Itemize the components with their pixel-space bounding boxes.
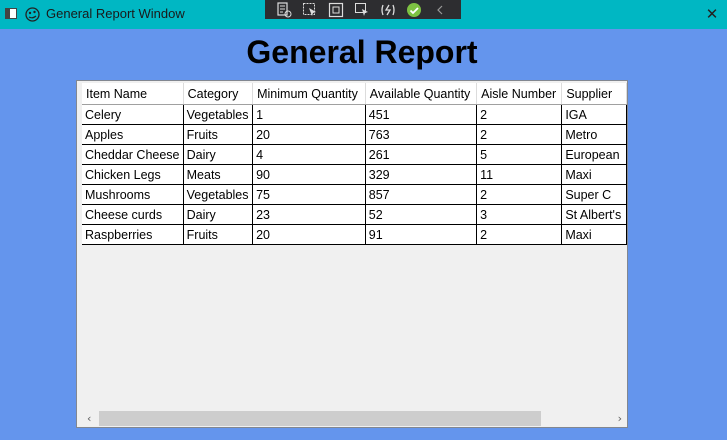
display-layout-adorners-icon[interactable] [323,0,349,19]
column-header-minimum-quantity[interactable]: Minimum Quantity [252,83,366,105]
live-visual-tree-icon[interactable] [271,0,297,19]
cell-minimum-quantity[interactable]: 4 [252,144,366,165]
cell-aisle-number[interactable]: 2 [476,124,563,145]
cell-supplier[interactable]: European [561,144,627,165]
title-bar: General Report Window ✕ [0,0,727,29]
column-header-aisle-number[interactable]: Aisle Number [476,83,563,105]
cell-supplier[interactable]: Maxi [561,164,627,185]
scroll-left-icon[interactable]: ‹ [87,410,91,427]
table-row[interactable]: Celery Vegetables 1 451 2 IGA [82,104,627,125]
cell-category[interactable]: Dairy [183,204,254,225]
cell-aisle-number[interactable]: 2 [476,104,563,125]
hot-reload-icon[interactable] [375,0,401,19]
window-title: General Report Window [46,6,185,21]
cell-item-name[interactable]: Celery [82,104,184,125]
cell-supplier[interactable]: Super C [561,184,627,205]
close-button[interactable]: ✕ [700,4,724,24]
cell-category[interactable]: Fruits [183,124,254,145]
column-header-supplier[interactable]: Supplier [561,83,627,105]
table-row[interactable]: Apples Fruits 20 763 2 Metro [82,124,627,145]
cell-category[interactable]: Vegetables [183,104,254,125]
cell-item-name[interactable]: Mushrooms [82,184,184,205]
cell-minimum-quantity[interactable]: 23 [252,204,366,225]
cell-category[interactable]: Meats [183,164,254,185]
table-row[interactable]: Chicken Legs Meats 90 329 11 Maxi [82,164,627,185]
cell-available-quantity[interactable]: 329 [365,164,478,185]
cell-minimum-quantity[interactable]: 75 [252,184,366,205]
table-row[interactable]: Raspberries Fruits 20 91 2 Maxi [82,224,627,245]
page-title: General Report [246,34,478,70]
horizontal-scrollbar[interactable]: ‹ › [77,410,627,427]
cell-supplier[interactable]: IGA [561,104,627,125]
app-icon [25,7,40,22]
cell-item-name[interactable]: Raspberries [82,224,184,245]
scroll-right-icon[interactable]: › [618,410,622,427]
xaml-debug-toolbar [265,0,461,19]
binding-check-icon[interactable] [401,0,427,19]
cell-available-quantity[interactable]: 451 [365,104,478,125]
cell-category[interactable]: Dairy [183,144,254,165]
cell-supplier[interactable]: Maxi [561,224,627,245]
collapse-toolbar-icon[interactable] [427,0,453,19]
cell-aisle-number[interactable]: 5 [476,144,563,165]
table-row[interactable]: Cheddar Cheese Dairy 4 261 5 European [82,144,627,165]
select-element-icon[interactable] [297,0,323,19]
track-focused-element-icon[interactable] [349,0,375,19]
window-system-icon[interactable] [5,8,17,19]
report-table: Item Name Category Minimum Quantity Avai… [82,83,627,245]
cell-available-quantity[interactable]: 52 [365,204,478,225]
table-row[interactable]: Mushrooms Vegetables 75 857 2 Super C [82,184,627,205]
column-header-item-name[interactable]: Item Name [82,83,184,105]
cell-minimum-quantity[interactable]: 20 [252,124,366,145]
cell-available-quantity[interactable]: 857 [365,184,478,205]
cell-aisle-number[interactable]: 2 [476,224,563,245]
cell-available-quantity[interactable]: 763 [365,124,478,145]
scrollbar-thumb[interactable] [99,411,541,426]
column-header-available-quantity[interactable]: Available Quantity [365,83,478,105]
cell-aisle-number[interactable]: 11 [476,164,563,185]
cell-minimum-quantity[interactable]: 20 [252,224,366,245]
cell-aisle-number[interactable]: 3 [476,204,563,225]
column-header-category[interactable]: Category [183,83,254,105]
cell-item-name[interactable]: Cheese curds [82,204,184,225]
table-row[interactable]: Cheese curds Dairy 23 52 3 St Albert's [82,204,627,225]
cell-item-name[interactable]: Cheddar Cheese [82,144,184,165]
cell-supplier[interactable]: Metro [561,124,627,145]
cell-minimum-quantity[interactable]: 1 [252,104,366,125]
cell-category[interactable]: Fruits [183,224,254,245]
cell-category[interactable]: Vegetables [183,184,254,205]
cell-aisle-number[interactable]: 2 [476,184,563,205]
header-row: Item Name Category Minimum Quantity Avai… [82,83,627,105]
cell-minimum-quantity[interactable]: 90 [252,164,366,185]
cell-item-name[interactable]: Chicken Legs [82,164,184,185]
cell-available-quantity[interactable]: 91 [365,224,478,245]
cell-item-name[interactable]: Apples [82,124,184,145]
report-data-grid[interactable]: Item Name Category Minimum Quantity Avai… [76,80,628,428]
cell-available-quantity[interactable]: 261 [365,144,478,165]
cell-supplier[interactable]: St Albert's [561,204,627,225]
